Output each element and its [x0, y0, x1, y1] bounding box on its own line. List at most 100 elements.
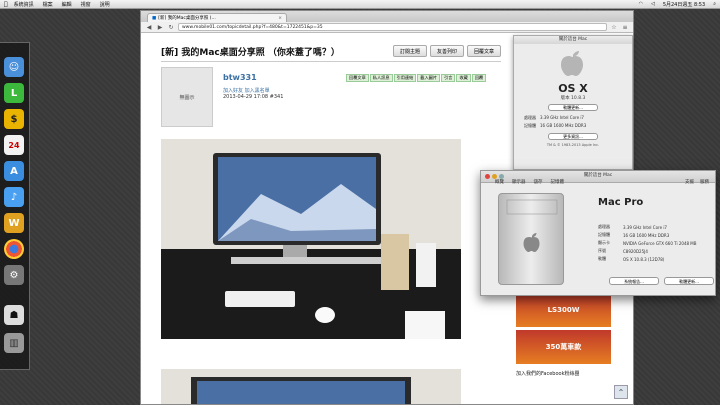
spec-value: 3.39 GHz Intel Core i7	[623, 224, 667, 230]
finder-icon[interactable]: ☺	[4, 57, 24, 77]
volume-icon[interactable]: ◁	[651, 1, 655, 7]
avatar: 無圖示	[161, 67, 213, 127]
second-photo-image	[161, 369, 461, 404]
search-icon[interactable]: ⌕	[713, 1, 716, 7]
subscribe-button[interactable]: 訂閱主題	[393, 45, 428, 57]
ad-banner-2[interactable]: 350萬車款	[516, 330, 611, 364]
memory-row: 記憶體 16 GB 1600 MHz DDR3	[514, 122, 632, 130]
facebook-label[interactable]: 加入我們的Facebook粉絲團	[516, 370, 616, 377]
post-title: [新] 我的Mac桌面分享照 （你來蓋了嗎？）	[161, 48, 340, 58]
window-buttons: 系統報告... 軟體更新...	[609, 277, 714, 285]
menu-icon[interactable]: ≡	[621, 23, 629, 31]
action-link[interactable]: 引用連結	[393, 74, 417, 82]
spec-row: 處理器 3.39 GHz Intel Core i7	[598, 223, 697, 231]
spec-key: 顯示卡	[598, 240, 610, 245]
action-quote[interactable]: 引言	[441, 74, 456, 82]
back-icon[interactable]: ◀	[145, 23, 153, 31]
window-title: 關於這台 Mac	[514, 36, 632, 44]
title-buttons: 訂閱主題 友善列印 回覆文章	[393, 45, 502, 57]
tab-bar: ■ [新] 我的Mac桌面分享照 (... ×	[141, 11, 633, 22]
post-date: 2013-04-29 17:08 #341	[223, 94, 284, 100]
url-bar[interactable]: www.mobile01.com/topicdetail.php?f=480&t…	[178, 23, 607, 31]
spec-row: 軟體 OS X 10.8.3 (12D78)	[598, 255, 697, 263]
dock: ☺ L $ 24 A ♪ W ⚙ ☗ ▥	[0, 42, 30, 370]
window-titlebar: 關於這台 Mac 概覽 顯示器 儲存 記憶體 支援 服務	[481, 171, 715, 185]
calendar-icon[interactable]: 24	[4, 135, 24, 155]
memory-label: 記憶體	[524, 123, 536, 128]
itunes-icon[interactable]: ♪	[4, 187, 24, 207]
os-name: OS X	[558, 82, 588, 95]
reload-icon[interactable]: ↻	[167, 23, 175, 31]
ad-banner-1[interactable]: LS300W	[516, 293, 611, 327]
reply-button[interactable]: 回覆文章	[467, 45, 502, 57]
line-icon[interactable]: L	[4, 83, 24, 103]
growl-icon[interactable]: W	[4, 213, 24, 233]
ad-text-2: 350萬車款	[545, 343, 582, 351]
user-links[interactable]: 加入好友 加入黑名單	[223, 87, 270, 94]
processor-value: 3.39 GHz Intel Core i7	[540, 115, 584, 120]
copyright: TM & © 1983-2013 Apple Inc.	[546, 143, 600, 147]
spec-value: OS X 10.8.3 (12D78)	[623, 256, 665, 262]
second-photo	[161, 369, 461, 404]
action-load-images[interactable]: 載入圖片	[417, 74, 441, 82]
close-icon[interactable]: ×	[278, 16, 282, 21]
tab-memory[interactable]: 記憶體	[551, 179, 565, 185]
mac-pro-window: 關於這台 Mac 概覽 顯示器 儲存 記憶體 支援 服務 Mac Pro 處理器…	[480, 170, 716, 296]
action-favorite[interactable]: 收藏	[456, 74, 471, 82]
tab-storage[interactable]: 儲存	[534, 179, 543, 185]
action-reply[interactable]: 回覆文章	[346, 74, 369, 82]
apple-logo-icon	[514, 48, 632, 78]
menu-item-file[interactable]: 檔案	[43, 1, 53, 8]
action-pm[interactable]: 私人訊息	[369, 74, 393, 82]
menubar:  系統資訊 檔案 編輯 視窗 說明 ◠ ◁ 5月24日週五 8:53 ⌕	[0, 0, 720, 9]
window-right-tabs: 支援 服務	[685, 179, 709, 185]
tab-overview[interactable]: 概覽	[495, 179, 504, 185]
avatar-label: 無圖示	[179, 94, 195, 101]
forward-icon[interactable]: ▶	[156, 23, 164, 31]
os-version: 版本 10.8.3	[560, 96, 586, 101]
browser-tab[interactable]: ■ [新] 我的Mac桌面分享照 (... ×	[147, 13, 287, 22]
back-to-top-icon[interactable]: ⌃	[614, 385, 628, 399]
spec-value: C8920D25J4	[623, 248, 648, 254]
url-text: www.mobile01.com/topicdetail.php?f=480&t…	[182, 24, 323, 30]
menu-item-edit[interactable]: 編輯	[62, 1, 72, 8]
spec-row: 序號 C8920D25J4	[598, 247, 697, 255]
stormtrooper-icon[interactable]: ☗	[4, 305, 24, 325]
post-photo	[161, 139, 461, 339]
more-info-button[interactable]: 更多資訊...	[548, 133, 598, 140]
desk-photo-image	[161, 139, 461, 339]
clock[interactable]: 5月24日週五 8:53	[663, 1, 705, 8]
spec-row: 顯示卡 NVIDIA GeForce GTX 660 Ti 2048 MB	[598, 239, 697, 247]
wifi-icon[interactable]: ◠	[639, 1, 643, 7]
chrome-icon[interactable]	[4, 239, 24, 259]
spec-key: 處理器	[598, 224, 610, 229]
browser-toolbar: ◀ ▶ ↻ www.mobile01.com/topicdetail.php?f…	[141, 22, 633, 33]
apple-icon[interactable]: 	[4, 1, 8, 8]
system-prefs-icon[interactable]: ⚙	[4, 265, 24, 285]
software-update-button[interactable]: 軟體更新...	[664, 277, 714, 285]
tab-service[interactable]: 服務	[700, 179, 709, 185]
system-report-button[interactable]: 系統報告...	[609, 277, 659, 285]
window-tabs: 概覽 顯示器 儲存 記憶體	[495, 179, 564, 185]
processor-row: 處理器 3.39 GHz Intel Core i7	[514, 114, 632, 122]
window-title: 關於這台 Mac	[583, 173, 613, 178]
money-icon[interactable]: $	[4, 109, 24, 129]
about-mac-small-window: 關於這台 Mac OS X 版本 10.8.3 軟體更新... 處理器 3.39…	[513, 35, 633, 170]
menu-item-window[interactable]: 視窗	[81, 1, 91, 8]
username[interactable]: btw331	[223, 73, 257, 82]
spec-value: NVIDIA GeForce GTX 660 Ti 2048 MB	[623, 240, 697, 246]
print-button[interactable]: 友善列印	[430, 45, 465, 57]
spec-row: 記憶體 16 GB 1600 MHz DDR3	[598, 231, 697, 239]
appstore-icon[interactable]: A	[4, 161, 24, 181]
tab-displays[interactable]: 顯示器	[512, 179, 526, 185]
tab-support[interactable]: 支援	[685, 179, 694, 185]
menu-item-help[interactable]: 說明	[100, 1, 110, 8]
memory-value: 16 GB 1600 MHz DDR3	[540, 123, 587, 128]
trash-icon[interactable]: ▥	[4, 333, 24, 353]
software-update-button[interactable]: 軟體更新...	[548, 104, 598, 111]
spec-value: 16 GB 1600 MHz DDR3	[623, 232, 670, 238]
spec-key: 序號	[598, 248, 606, 253]
menu-item-sysinfo[interactable]: 系統資訊	[14, 1, 34, 8]
action-reply2[interactable]: 回覆	[471, 74, 487, 82]
star-icon[interactable]: ☆	[610, 23, 618, 31]
